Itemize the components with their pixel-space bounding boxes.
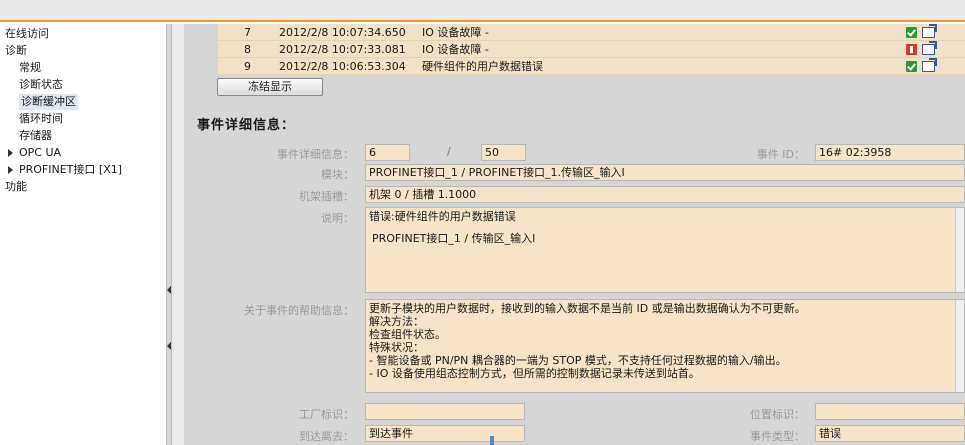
collapse-left-icon[interactable] bbox=[167, 342, 171, 350]
description-line: PROFINET接口_1 / 传输区_输入I bbox=[372, 232, 536, 245]
tree-item-online-access[interactable]: 在线访问 bbox=[5, 26, 49, 42]
event-time: 2012/2/8 10:07:33.081 bbox=[279, 43, 406, 56]
event-number: 7 bbox=[244, 26, 251, 39]
module-field: PROFINET接口_1 / PROFINET接口_1.传输区_输入I bbox=[365, 164, 965, 181]
table-row[interactable]: 9 2012/2/8 10:06:53.304 硬件组件的用户数据错误 bbox=[218, 58, 965, 75]
expand-arrow-icon[interactable] bbox=[8, 149, 13, 157]
status-ok-icon bbox=[906, 27, 917, 38]
jump-to-icon[interactable] bbox=[922, 24, 937, 38]
status-error-icon bbox=[906, 44, 917, 55]
table-row[interactable]: 7 2012/2/8 10:07:34.650 IO 设备故障 - bbox=[218, 24, 965, 41]
help-line: 检查组件状态。 bbox=[369, 328, 446, 341]
tree-item-functions[interactable]: 功能 bbox=[5, 179, 27, 195]
location-id-field bbox=[815, 403, 965, 420]
help-line: - IO 设备使用组态控制方式，但所需的控制数据记录未传送到站首。 bbox=[369, 367, 700, 380]
help-line: 更新子模块的用户数据时，接收到的输入数据不是当前 ID 或是输出数据确认为不可更… bbox=[369, 302, 806, 315]
help-scrollbar[interactable] bbox=[955, 300, 964, 392]
event-text: IO 设备故障 - bbox=[422, 43, 489, 56]
collapse-left-icon[interactable] bbox=[167, 286, 171, 294]
gutter bbox=[172, 24, 184, 445]
event-type-label: 事件类型： bbox=[750, 430, 805, 443]
tree-item-profinet-interface[interactable]: PROFINET接口 [X1] bbox=[8, 162, 122, 178]
help-line: - 智能设备或 PN/PN 耦合器的一端为 STOP 模式，不支持任何过程数据的… bbox=[369, 354, 787, 367]
status-ok-icon bbox=[906, 61, 917, 72]
tree-item-general[interactable]: 常规 bbox=[19, 60, 41, 76]
event-id-field: 16# 02:3958 bbox=[815, 144, 965, 161]
section-heading: 事件详细信息： bbox=[197, 118, 296, 133]
jump-to-icon[interactable] bbox=[922, 58, 937, 72]
incoming-outgoing-label: 到达离去： bbox=[299, 430, 354, 443]
tree-item-opc-ua[interactable]: OPC UA bbox=[8, 145, 61, 161]
tree-item-memory[interactable]: 存储器 bbox=[19, 128, 52, 144]
detail-index-field: 6 bbox=[365, 144, 410, 161]
event-number: 9 bbox=[244, 60, 251, 73]
incoming-outgoing-field: 到达事件 bbox=[365, 425, 525, 442]
location-id-label: 位置标识： bbox=[750, 408, 805, 421]
tree-item-cycle-time[interactable]: 循环时间 bbox=[19, 111, 63, 127]
tree-item-diagnostic-buffer[interactable]: 诊断缓冲区 bbox=[19, 94, 78, 110]
navigation-tree: 在线访问 诊断 常规 诊断状态 诊断缓冲区 循环时间 存储器 OPC UA PR… bbox=[0, 24, 166, 445]
description-line: 错误:硬件组件的用户数据错误 bbox=[369, 210, 516, 223]
detail-info-label: 事件详细信息： bbox=[277, 148, 354, 161]
module-label: 模块： bbox=[321, 168, 354, 181]
help-field: 更新子模块的用户数据时，接收到的输入数据不是当前 ID 或是输出数据确认为不可更… bbox=[365, 299, 965, 393]
description-label: 说明： bbox=[321, 212, 354, 225]
expand-arrow-icon[interactable] bbox=[8, 166, 13, 174]
detail-total-field: 50 bbox=[481, 144, 526, 161]
description-field: 错误:硬件组件的用户数据错误 PROFINET接口_1 / 传输区_输入I bbox=[365, 207, 965, 293]
plant-id-label: 工厂标识： bbox=[299, 408, 354, 421]
top-bar bbox=[0, 0, 965, 22]
event-text: IO 设备故障 - bbox=[422, 26, 489, 39]
event-time: 2012/2/8 10:06:53.304 bbox=[279, 60, 406, 73]
event-number: 8 bbox=[244, 43, 251, 56]
description-scrollbar[interactable] bbox=[955, 208, 964, 292]
freeze-display-button[interactable]: 冻结显示 bbox=[217, 78, 323, 96]
detail-separator: / bbox=[447, 145, 451, 158]
event-type-field: 错误 bbox=[815, 425, 965, 442]
rack-slot-label: 机架插槽： bbox=[299, 190, 354, 203]
text-cursor bbox=[490, 436, 494, 445]
plant-id-field bbox=[365, 403, 525, 420]
event-log-table: 7 2012/2/8 10:07:34.650 IO 设备故障 - 8 2012… bbox=[218, 24, 965, 75]
help-label: 关于事件的帮助信息： bbox=[244, 304, 354, 317]
event-id-label: 事件 ID： bbox=[756, 148, 805, 161]
tree-item-diagnostic-status[interactable]: 诊断状态 bbox=[19, 77, 63, 93]
table-row[interactable]: 8 2012/2/8 10:07:33.081 IO 设备故障 - bbox=[218, 41, 965, 58]
rack-slot-field: 机架 0 / 插槽 1.1000 bbox=[365, 186, 965, 203]
event-text: 硬件组件的用户数据错误 bbox=[422, 60, 543, 73]
event-time: 2012/2/8 10:07:34.650 bbox=[279, 26, 406, 39]
help-line: 特殊状况： bbox=[369, 341, 424, 354]
jump-to-icon[interactable] bbox=[922, 41, 937, 55]
help-line: 解决方法： bbox=[369, 315, 424, 328]
tree-item-diagnostics[interactable]: 诊断 bbox=[5, 43, 27, 59]
